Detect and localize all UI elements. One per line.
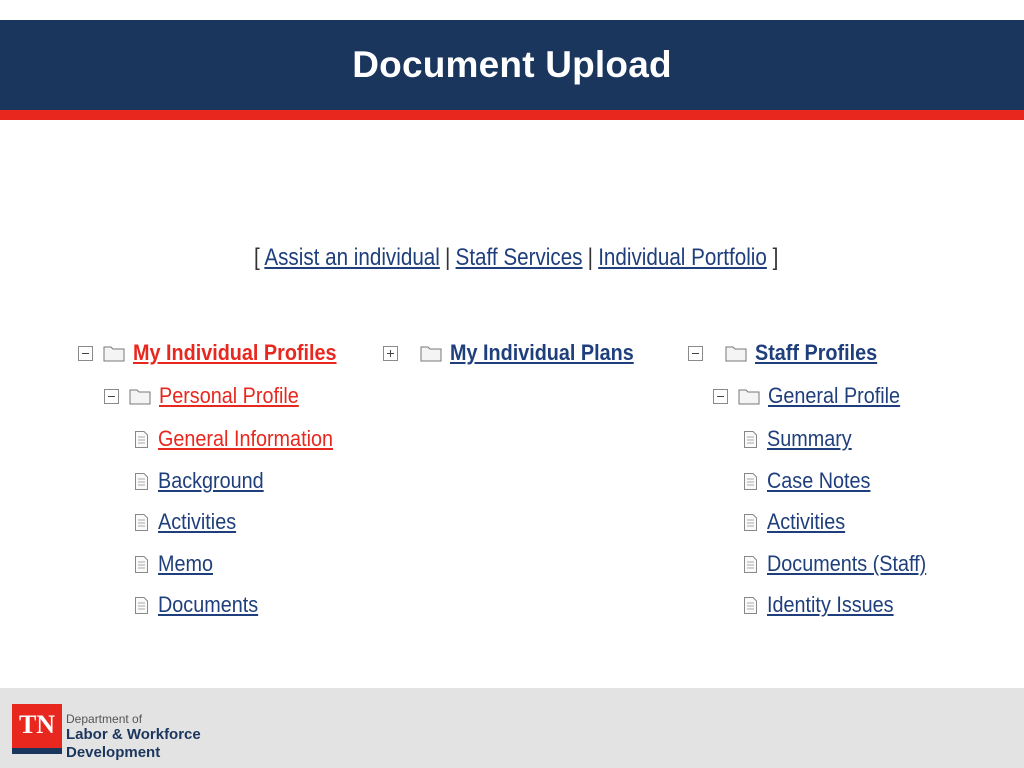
nav-close-bracket: ] <box>772 244 779 271</box>
tn-logo: TN <box>12 704 62 754</box>
document-page-icon <box>744 596 757 614</box>
nav-link-bar: [ Assist an individual | Staff Services | In… <box>254 244 778 272</box>
tree-node-general-profile: General Profile <box>713 383 915 409</box>
tree-leaf-memo: Memo <box>135 551 219 577</box>
tree-leaf-identity-issues: Identity Issues <box>744 592 908 618</box>
my-individual-plans-link[interactable]: My Individual Plans <box>450 340 634 366</box>
document-page-icon <box>135 513 148 531</box>
title-bar: Document Upload <box>0 20 1024 110</box>
tree-leaf-staff-activities: Activities <box>744 509 854 535</box>
folder-icon <box>738 389 760 405</box>
dept-name-line1: Department of <box>66 712 143 726</box>
case-notes-link[interactable]: Case Notes <box>767 468 870 494</box>
nav-separator: | <box>587 244 594 271</box>
document-page-icon <box>135 472 148 490</box>
tree-leaf-background: Background <box>135 468 275 494</box>
tree-leaf-general-information: General Information <box>135 426 352 452</box>
background-link[interactable]: Background <box>158 468 264 494</box>
red-accent-stripe <box>0 110 1024 120</box>
folder-icon <box>129 389 151 405</box>
tree-leaf-case-notes: Case Notes <box>744 468 882 494</box>
dept-name-line2: Labor & Workforce <box>66 726 201 743</box>
staff-profiles-link[interactable]: Staff Profiles <box>755 340 877 366</box>
top-strip <box>0 0 1024 20</box>
minus-box-icon[interactable] <box>713 388 728 404</box>
nav-link-individual-portfolio[interactable]: Individual Portfolio <box>598 244 767 271</box>
nav-open-bracket: [ <box>254 244 260 271</box>
tree-node-my-individual-plans: My Individual Plans <box>383 340 654 366</box>
document-page-icon <box>744 472 757 490</box>
document-page-icon <box>744 555 757 573</box>
tree-leaf-documents-staff: Documents (Staff) <box>744 551 944 577</box>
tree-leaf-documents: Documents <box>135 592 269 618</box>
document-page-icon <box>135 596 148 614</box>
general-information-link[interactable]: General Information <box>158 426 333 452</box>
staff-activities-link[interactable]: Activities <box>767 509 845 535</box>
personal-profile-link[interactable]: Personal Profile <box>159 383 299 409</box>
folder-icon <box>420 346 442 362</box>
document-page-icon <box>135 430 148 448</box>
tn-logo-underline <box>12 748 62 754</box>
minus-box-icon[interactable] <box>104 388 119 404</box>
activities-link[interactable]: Activities <box>158 509 236 535</box>
minus-box-icon[interactable] <box>78 345 93 361</box>
nav-link-staff-services[interactable]: Staff Services <box>456 244 583 271</box>
document-page-icon <box>135 555 148 573</box>
general-profile-link[interactable]: General Profile <box>768 383 900 409</box>
document-page-icon <box>744 513 757 531</box>
tree-leaf-summary: Summary <box>744 426 861 452</box>
tn-logo-text: TN <box>18 710 56 739</box>
tree-node-staff-profiles: Staff Profiles <box>688 340 891 366</box>
documents-staff-link[interactable]: Documents (Staff) <box>767 551 926 577</box>
tree-leaf-activities: Activities <box>135 509 245 535</box>
my-individual-profiles-link[interactable]: My Individual Profiles <box>133 340 337 366</box>
tree-node-my-individual-profiles: My Individual Profiles <box>78 340 359 366</box>
documents-link[interactable]: Documents <box>158 592 258 618</box>
folder-icon <box>725 346 747 362</box>
identity-issues-link[interactable]: Identity Issues <box>767 592 894 618</box>
summary-link[interactable]: Summary <box>767 426 852 452</box>
nav-separator: | <box>445 244 451 271</box>
plus-box-icon[interactable] <box>383 345 398 361</box>
memo-link[interactable]: Memo <box>158 551 213 577</box>
nav-link-assist-individual[interactable]: Assist an individual <box>264 244 440 271</box>
dept-name-line3: Development <box>66 744 161 761</box>
folder-icon <box>103 346 125 362</box>
tree-node-personal-profile: Personal Profile <box>104 383 314 409</box>
minus-box-icon[interactable] <box>688 345 703 361</box>
document-page-icon <box>744 430 757 448</box>
slide-title: Document Upload <box>352 44 672 85</box>
